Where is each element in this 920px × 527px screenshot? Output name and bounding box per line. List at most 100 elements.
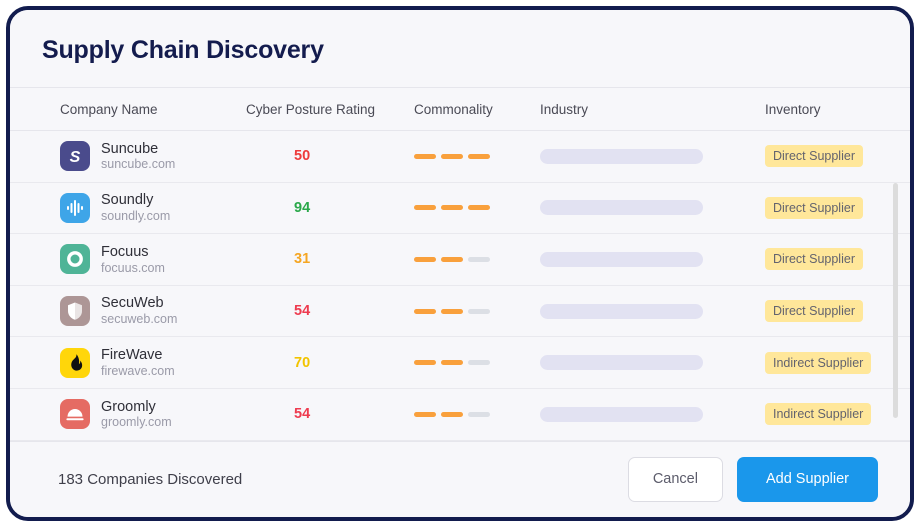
industry-cell [540, 355, 765, 371]
table-body: S Suncube suncube.com 50 Direct Supplier Soun… [10, 131, 910, 441]
commonality-dash [414, 205, 436, 211]
column-header-industry: Industry [540, 101, 589, 117]
company-domain: groomly.com [101, 415, 172, 430]
commonality-indicator [414, 153, 540, 159]
cyber-posture-rating-value: 31 [294, 251, 311, 268]
company-cell: Focuus focuus.com [60, 244, 246, 275]
company-cell: FireWave firewave.com [60, 347, 246, 378]
company-cell: Soundly soundly.com [60, 192, 246, 223]
commonality-dash [441, 411, 463, 417]
page-title: Supply Chain Discovery [42, 36, 324, 64]
company-meta: Suncube suncube.com [101, 141, 175, 172]
commonality-dash [441, 205, 463, 211]
table-row[interactable]: Focuus focuus.com 31 Direct Supplier [10, 234, 910, 286]
industry-loading-placeholder [540, 355, 703, 371]
company-domain: secuweb.com [101, 312, 178, 327]
company-name: FireWave [101, 347, 163, 364]
cyber-posture-rating-value: 54 [294, 406, 311, 423]
table-row[interactable]: S Suncube suncube.com 50 Direct Supplier [10, 131, 910, 183]
company-domain: firewave.com [101, 363, 175, 378]
commonality-dash [441, 308, 463, 314]
company-name: Suncube [101, 140, 159, 157]
company-cell: SecuWeb secuweb.com [60, 295, 246, 326]
industry-cell [540, 200, 765, 216]
industry-loading-placeholder [540, 406, 703, 422]
industry-cell [540, 303, 765, 319]
company-meta: FireWave firewave.com [101, 347, 175, 378]
column-header-commonality: Commonality [414, 101, 493, 117]
discovered-count-label: 183 Companies Discovered [58, 471, 243, 488]
flame-icon [60, 347, 90, 378]
inventory-status-badge: Direct Supplier [765, 248, 863, 271]
dome-cloche-icon [60, 399, 90, 430]
column-header-cyber-posture-rating: Cyber Posture Rating [246, 101, 376, 117]
company-cell: S Suncube suncube.com [60, 141, 246, 172]
commonality-dash [468, 256, 490, 262]
shield-icon [60, 296, 90, 327]
commonality-dash [468, 308, 490, 314]
industry-loading-placeholder [540, 303, 703, 319]
industry-loading-placeholder [540, 148, 703, 164]
commonality-indicator [414, 205, 540, 211]
commonality-dash [414, 153, 436, 159]
commonality-dash [468, 153, 490, 159]
add-supplier-button[interactable]: Add Supplier [736, 457, 878, 502]
inventory-cell: Indirect Supplier [765, 403, 910, 426]
industry-loading-placeholder [540, 200, 703, 216]
inventory-cell: Direct Supplier [765, 248, 910, 271]
dialog-header: Supply Chain Discovery [10, 10, 910, 87]
commonality-dash [414, 256, 436, 262]
table-row[interactable]: SecuWeb secuweb.com 54 Direct Supplier [10, 285, 910, 338]
commonality-indicator [414, 256, 540, 262]
dialog-frame: Supply Chain Discovery Company Name Cybe… [6, 6, 914, 521]
company-meta: Soundly soundly.com [101, 192, 170, 223]
company-name: Groomly [101, 398, 156, 415]
column-header-inventory: Inventory [765, 101, 821, 117]
circle-ring-icon [60, 244, 90, 275]
svg-text:S: S [70, 149, 81, 166]
cyber-posture-rating-value: 54 [294, 303, 311, 320]
cancel-button[interactable]: Cancel [627, 457, 723, 502]
commonality-indicator [414, 411, 540, 417]
table-row[interactable]: FireWave firewave.com 70 Indirect Supplier [10, 337, 910, 389]
letter-s-icon: S [60, 141, 90, 172]
vertical-scrollbar-thumb[interactable] [893, 183, 898, 418]
inventory-status-badge: Direct Supplier [765, 300, 863, 323]
dialog-body: Supply Chain Discovery Company Name Cybe… [10, 10, 910, 517]
commonality-indicator [414, 360, 540, 366]
cyber-posture-rating-value: 50 [294, 148, 311, 165]
cyber-posture-rating-value: 70 [294, 354, 311, 371]
company-name: Focuus [101, 243, 149, 260]
inventory-cell: Direct Supplier [765, 196, 910, 219]
table-scroll-area[interactable]: S Suncube suncube.com 50 Direct Supplier Soun… [10, 131, 910, 441]
dialog-footer: 183 Companies Discovered Cancel Add Supp… [10, 441, 910, 517]
commonality-dash [414, 360, 436, 366]
industry-cell [540, 406, 765, 422]
column-header-company-name: Company Name [60, 101, 158, 117]
industry-cell [540, 148, 765, 164]
company-domain: suncube.com [101, 157, 176, 172]
commonality-dash [468, 205, 490, 211]
table-row[interactable]: Soundly soundly.com 94 Direct Supplier [10, 182, 910, 235]
company-domain: focuus.com [101, 260, 165, 275]
commonality-dash [468, 360, 490, 366]
company-name: SecuWeb [101, 295, 164, 312]
commonality-dash [441, 256, 463, 262]
industry-cell [540, 251, 765, 267]
commonality-dash [414, 411, 436, 417]
audio-waveform-icon [60, 192, 90, 223]
company-cell: Groomly groomly.com [60, 399, 246, 430]
table-row[interactable]: Groomly groomly.com 54 Indirect Supplier [10, 388, 910, 441]
inventory-cell: Indirect Supplier [765, 351, 910, 374]
company-domain: soundly.com [101, 209, 171, 224]
footer-actions: Cancel Add Supplier [627, 457, 878, 502]
cyber-posture-rating-value: 94 [294, 199, 311, 216]
commonality-dash [468, 411, 490, 417]
inventory-status-badge: Indirect Supplier [765, 351, 872, 374]
inventory-cell: Direct Supplier [765, 145, 910, 168]
industry-loading-placeholder [540, 251, 703, 267]
inventory-status-badge: Direct Supplier [765, 196, 863, 219]
company-meta: SecuWeb secuweb.com [101, 295, 177, 326]
company-meta: Groomly groomly.com [101, 399, 172, 430]
inventory-status-badge: Indirect Supplier [765, 403, 872, 426]
